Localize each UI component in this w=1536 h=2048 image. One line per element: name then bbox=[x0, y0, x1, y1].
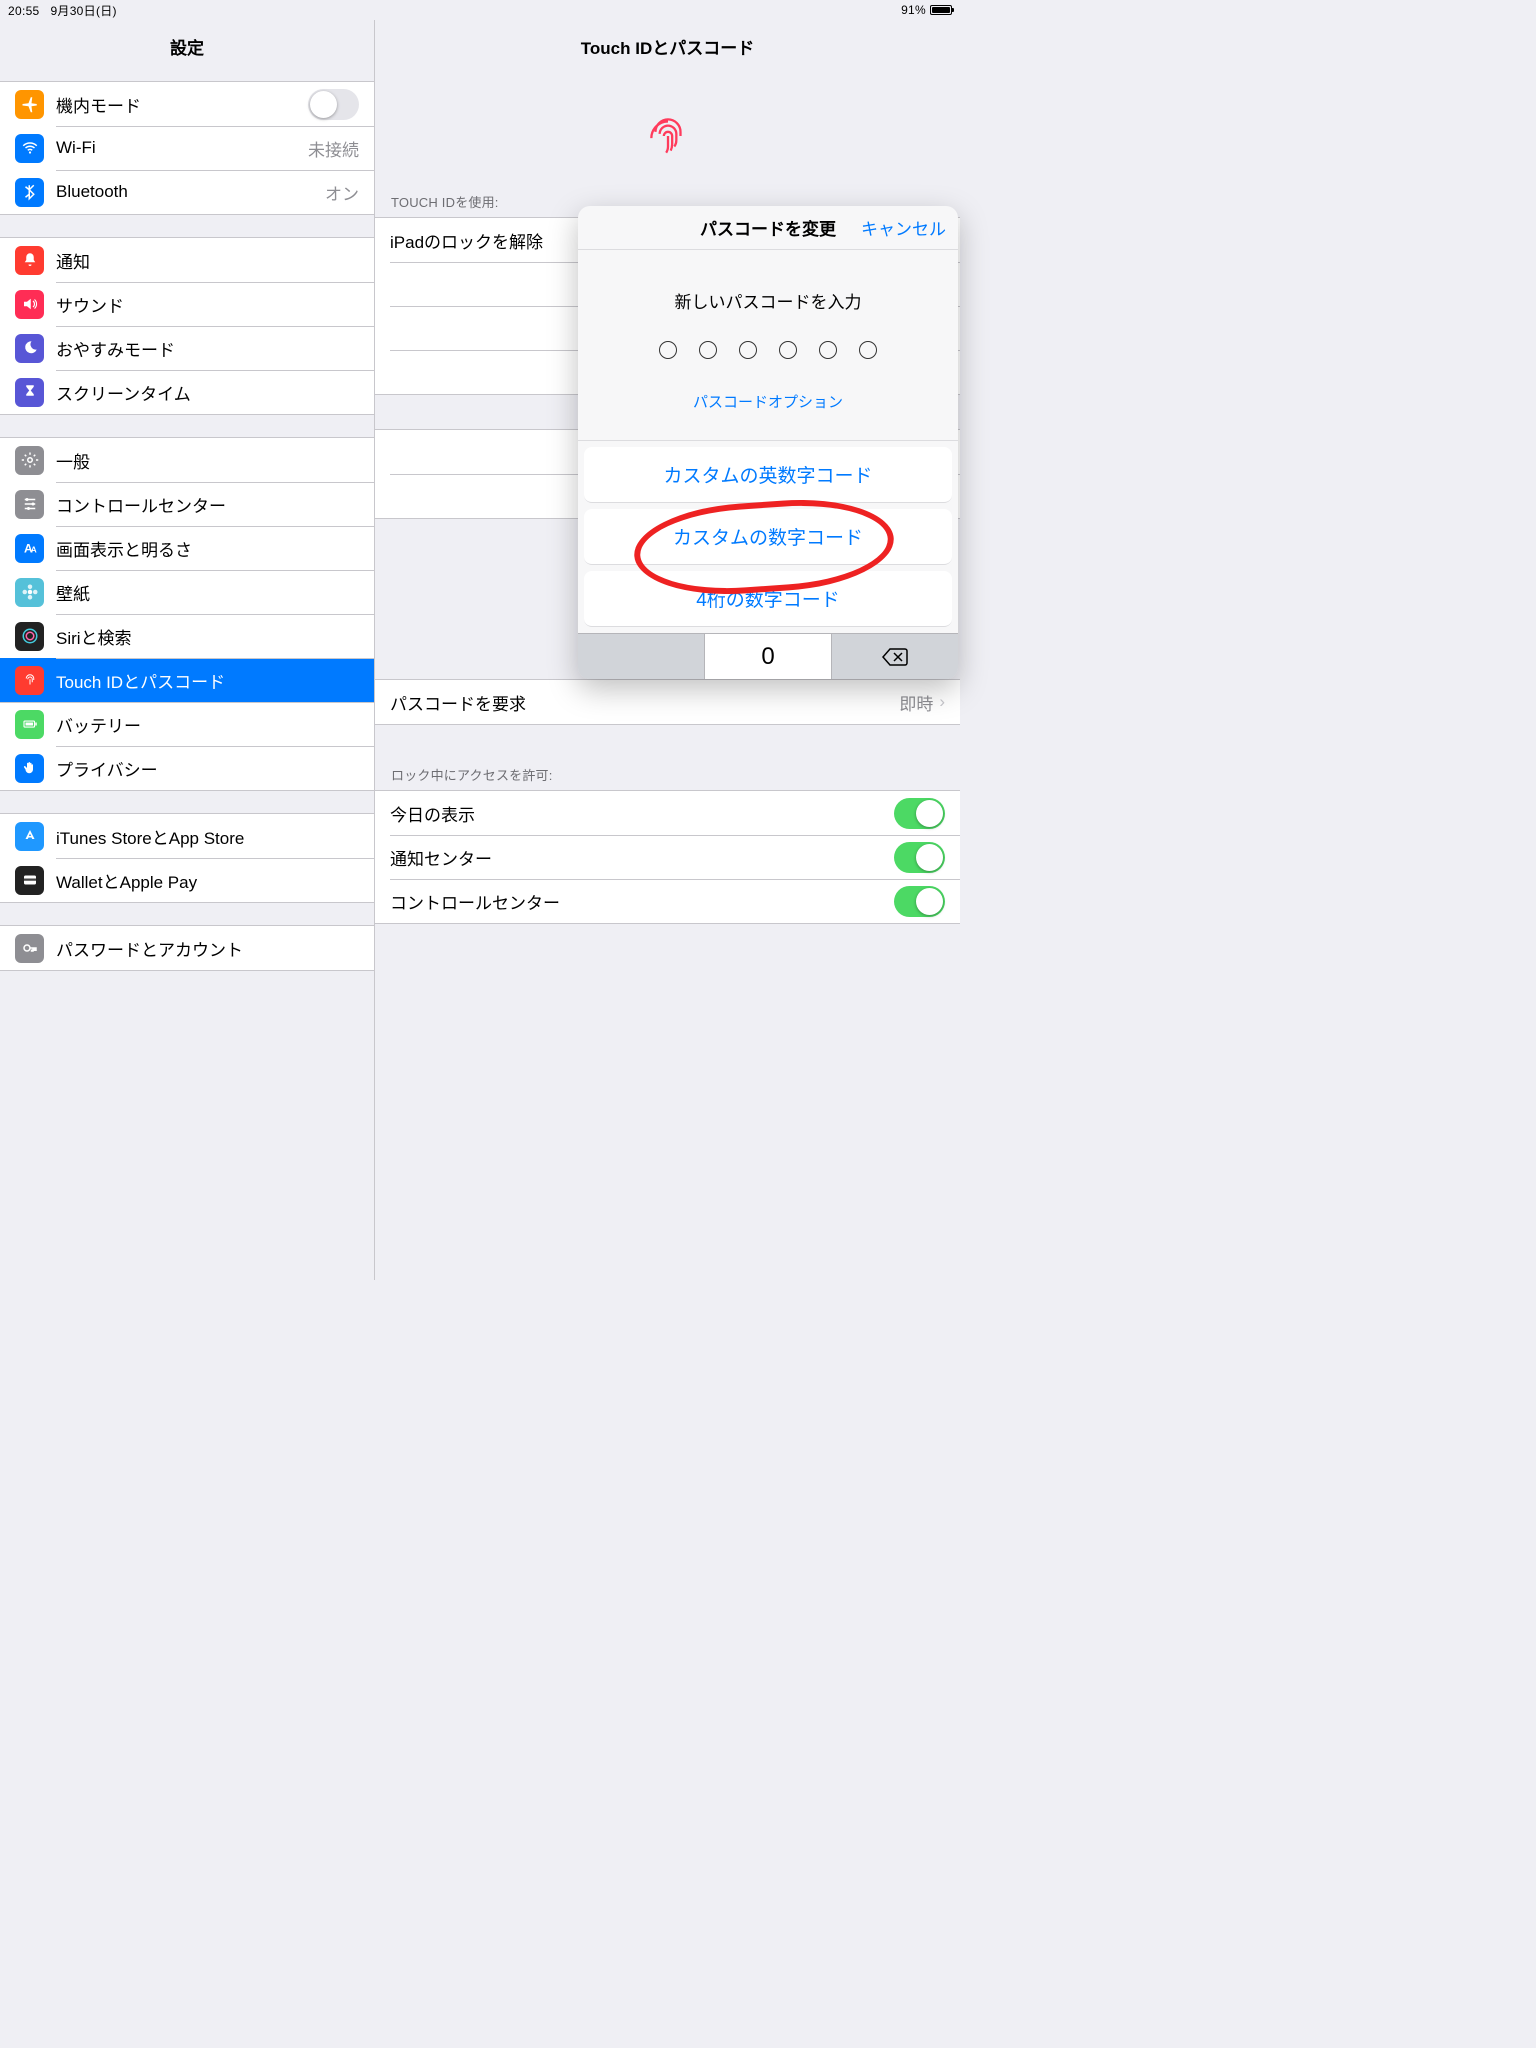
keypad-bottom-row: 0 bbox=[578, 633, 958, 679]
passcode-options-link[interactable]: パスコードオプション bbox=[578, 391, 958, 430]
sheet-prompt: 新しいパスコードを入力 bbox=[578, 288, 958, 313]
cancel-button[interactable]: キャンセル bbox=[861, 215, 946, 240]
keypad-0[interactable]: 0 bbox=[705, 634, 832, 679]
passcode-dot bbox=[779, 341, 797, 359]
passcode-dot bbox=[699, 341, 717, 359]
passcode-dot bbox=[859, 341, 877, 359]
keypad-blank bbox=[578, 634, 705, 679]
keypad-backspace[interactable] bbox=[832, 634, 958, 679]
sheet-header: パスコードを変更 キャンセル bbox=[578, 206, 958, 250]
sheet-backdrop: パスコードを変更 キャンセル 新しいパスコードを入力 パスコードオプション カス… bbox=[0, 0, 1536, 2048]
passcode-option-0[interactable]: カスタムの英数字コード bbox=[584, 447, 952, 503]
passcode-dots bbox=[578, 313, 958, 391]
passcode-dot bbox=[739, 341, 757, 359]
passcode-sheet: パスコードを変更 キャンセル 新しいパスコードを入力 パスコードオプション カス… bbox=[578, 206, 958, 679]
backspace-icon bbox=[881, 647, 909, 667]
passcode-dot bbox=[659, 341, 677, 359]
sheet-title: パスコードを変更 bbox=[700, 215, 836, 240]
passcode-option-2[interactable]: 4桁の数字コード bbox=[584, 571, 952, 627]
passcode-option-1[interactable]: カスタムの数字コード bbox=[584, 509, 952, 565]
passcode-dot bbox=[819, 341, 837, 359]
